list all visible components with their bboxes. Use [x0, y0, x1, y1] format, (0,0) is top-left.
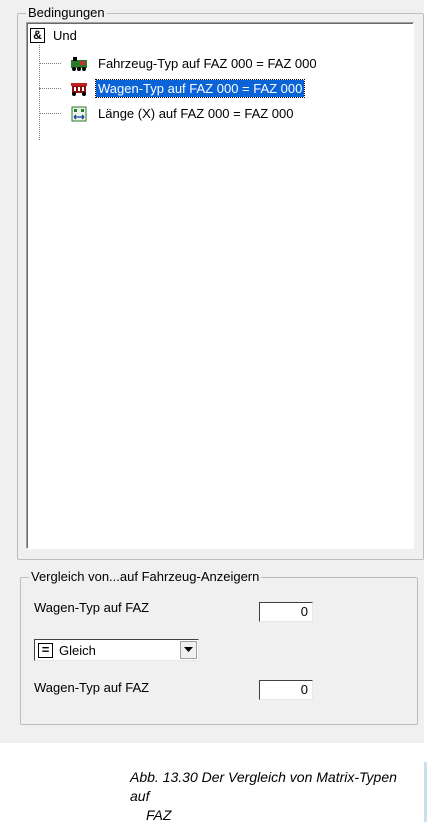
tree-branch-line: [39, 63, 61, 64]
second-field-label: Wagen-Typ auf FAZ: [34, 680, 150, 695]
conditions-panel: Bedingungen & Und Fahrzeug-Typ auf FAZ 0…: [0, 0, 424, 743]
tree-branch-line: [39, 88, 61, 89]
locomotive-icon: [70, 56, 88, 72]
caption-line-2: FAZ: [146, 807, 172, 823]
operator-select[interactable]: = Gleich: [34, 639, 199, 661]
first-field-label: Wagen-Typ auf FAZ: [34, 600, 150, 615]
figure-caption: Abb. 13.30 Der Vergleich von Matrix-Type…: [130, 768, 420, 825]
chevron-down-icon: [184, 647, 193, 652]
length-icon: [70, 106, 88, 122]
conditions-legend: Bedingungen: [26, 5, 107, 21]
first-value-field[interactable]: 0: [259, 602, 313, 622]
tree-root-und[interactable]: & Und: [30, 27, 77, 44]
tree-root-label: Und: [53, 28, 77, 43]
caption-side-bar: [424, 762, 427, 822]
tree-item-label-selected: Wagen-Typ auf FAZ 000 = FAZ 000: [94, 79, 306, 98]
caption-line-1: Abb. 13.30 Der Vergleich von Matrix-Type…: [130, 769, 397, 804]
wagon-icon: [70, 81, 88, 97]
tree-branch-line: [39, 113, 61, 114]
equals-icon: =: [38, 642, 53, 658]
dropdown-button[interactable]: [180, 641, 197, 659]
tree-item-wagen-typ[interactable]: Wagen-Typ auf FAZ 000 = FAZ 000: [39, 79, 306, 98]
compare-legend: Vergleich von...auf Fahrzeug-Anzeigern: [29, 569, 262, 585]
operator-value: Gleich: [59, 642, 96, 658]
tree-item-label: Fahrzeug-Typ auf FAZ 000 = FAZ 000: [98, 56, 317, 71]
second-value-field[interactable]: 0: [259, 680, 313, 700]
tree-item-label: Länge (X) auf FAZ 000 = FAZ 000: [98, 106, 294, 121]
tree-item-fahrzeug-typ[interactable]: Fahrzeug-Typ auf FAZ 000 = FAZ 000: [39, 54, 319, 73]
and-operator-icon: &: [30, 28, 45, 43]
tree-item-laenge[interactable]: Länge (X) auf FAZ 000 = FAZ 000: [39, 104, 295, 123]
conditions-tree[interactable]: & Und Fahrzeug-Typ auf FAZ 000 = FAZ 000: [26, 22, 414, 549]
